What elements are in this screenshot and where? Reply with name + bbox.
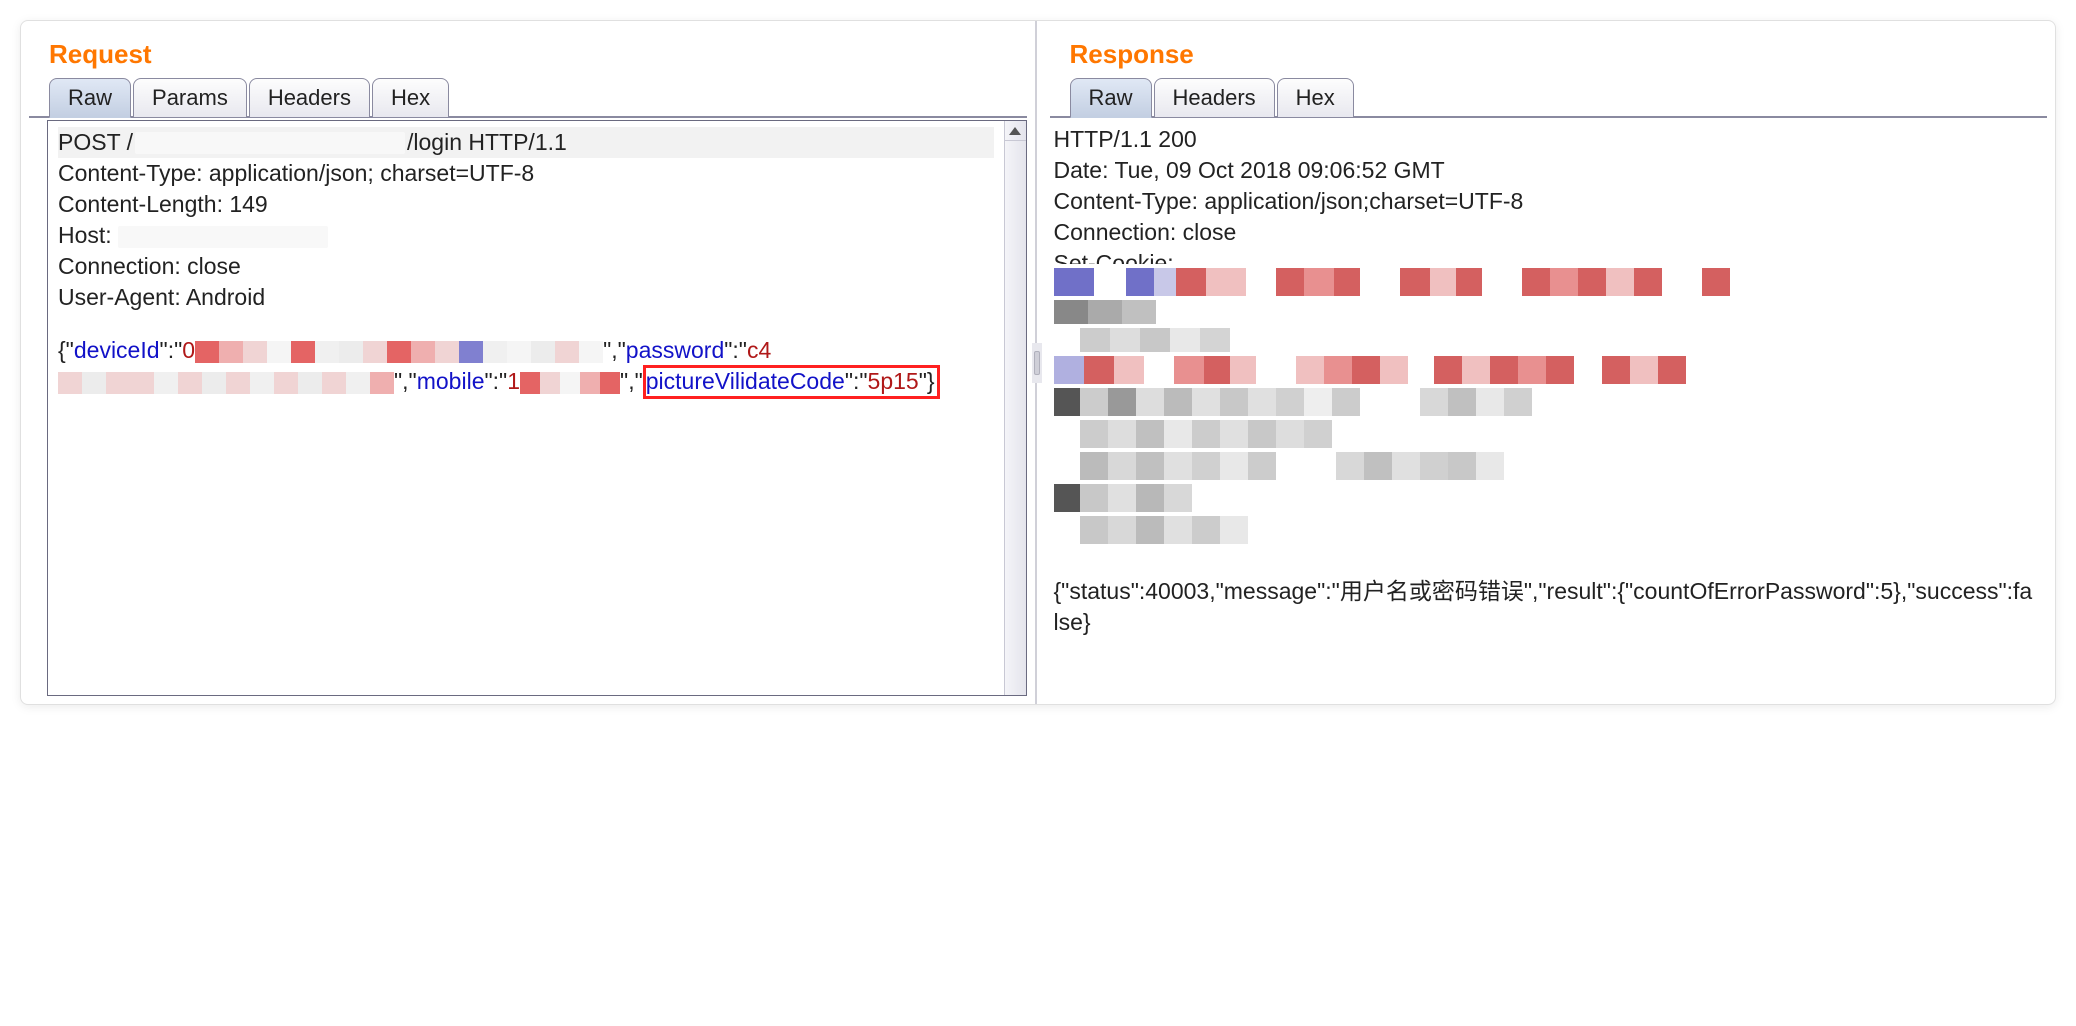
censored-host — [118, 226, 328, 248]
highlighted-param: pictureVilidateCode":"5p15"} — [643, 365, 940, 399]
response-header-line: Date: Tue, 09 Oct 2018 09:06:52 GMT — [1054, 155, 2038, 186]
request-body: {"deviceId":"0","password":"c4","mobile"… — [58, 335, 994, 397]
http-message-editor: Request Raw Params Headers Hex POST / /l… — [20, 20, 2056, 705]
request-method-path-post: /login HTTP/1.1 — [407, 127, 567, 158]
request-line: POST / /login HTTP/1.1 — [58, 127, 994, 158]
response-header-line: Connection: close — [1054, 217, 2038, 248]
key-password: password — [626, 337, 724, 363]
response-raw-content[interactable]: HTTP/1.1 200 Date: Tue, 09 Oct 2018 09:0… — [1050, 118, 2048, 696]
blank-line — [1054, 548, 2038, 576]
tab-raw-resp[interactable]: Raw — [1070, 78, 1152, 118]
key-picturevilidatecode: pictureVilidateCode — [646, 368, 845, 394]
val-deviceid-prefix: 0 — [182, 337, 195, 363]
censored-path — [135, 132, 405, 154]
request-header-line: Connection: close — [58, 251, 994, 282]
response-header: Response — [1042, 21, 2056, 78]
tab-headers[interactable]: Headers — [249, 78, 370, 118]
censored-line — [1054, 328, 2038, 352]
punc: ":" — [724, 337, 747, 363]
censored-line — [1054, 356, 2038, 384]
tab-params[interactable]: Params — [133, 78, 247, 118]
panel-divider[interactable] — [1032, 343, 1042, 383]
censored-line — [1054, 300, 2038, 324]
request-raw-content[interactable]: POST / /login HTTP/1.1 Content-Type: app… — [48, 121, 1004, 695]
punc: "," — [620, 368, 643, 394]
tab-raw[interactable]: Raw — [49, 78, 131, 118]
host-label: Host: — [58, 222, 118, 248]
body-close: "} — [919, 368, 935, 394]
request-method-path-pre: POST / — [58, 127, 133, 158]
censored-line — [1054, 420, 2038, 448]
punc: ":" — [485, 368, 508, 394]
tab-hex[interactable]: Hex — [372, 78, 449, 118]
response-tabs: Raw Headers Hex — [1042, 78, 2056, 118]
key-deviceid: deviceId — [74, 337, 160, 363]
punc: "," — [394, 368, 417, 394]
censored-line — [1054, 268, 2038, 296]
blank-line — [58, 313, 994, 335]
censored-password — [58, 372, 394, 394]
censored-mobile — [520, 372, 620, 394]
response-panel: Response Raw Headers Hex HTTP/1.1 200 Da… — [1042, 21, 2056, 704]
censored-deviceid — [195, 341, 603, 363]
request-header-line: Host: — [58, 220, 994, 251]
request-scrollbar[interactable] — [1004, 121, 1026, 695]
request-content-box: POST / /login HTTP/1.1 Content-Type: app… — [47, 120, 1027, 696]
censored-line — [1054, 452, 2038, 480]
grip-icon — [1034, 351, 1040, 375]
request-header: Request — [21, 21, 1035, 78]
punc: ":" — [160, 337, 183, 363]
punc: "," — [603, 337, 626, 363]
val-picturevilidatecode: 5p15 — [868, 368, 919, 394]
censored-line — [1054, 388, 2038, 416]
body-open: {" — [58, 337, 74, 363]
tab-hex-resp[interactable]: Hex — [1277, 78, 1354, 118]
request-tabs: Raw Params Headers Hex — [21, 78, 1035, 118]
set-cookie-label: Set-Cookie: — [1054, 250, 1174, 264]
request-title: Request — [49, 39, 152, 69]
request-content-wrap: POST / /login HTTP/1.1 Content-Type: app… — [29, 116, 1027, 696]
scroll-up-icon[interactable] — [1005, 121, 1026, 141]
tab-headers-resp[interactable]: Headers — [1154, 78, 1275, 118]
punc: ":" — [845, 368, 868, 394]
response-title: Response — [1070, 39, 1194, 69]
request-header-line: Content-Type: application/json; charset=… — [58, 158, 994, 189]
response-header-line: Content-Type: application/json;charset=U… — [1054, 186, 2038, 217]
response-content-wrap: HTTP/1.1 200 Date: Tue, 09 Oct 2018 09:0… — [1050, 116, 2048, 696]
val-password-prefix: c4 — [747, 337, 771, 363]
censored-line — [1054, 516, 2038, 544]
censored-line — [1054, 484, 2038, 512]
response-header-line: Set-Cookie: — [1054, 248, 2038, 264]
val-mobile-prefix: 1 — [507, 368, 520, 394]
request-header-line: Content-Length: 149 — [58, 189, 994, 220]
key-mobile: mobile — [417, 368, 485, 394]
request-panel: Request Raw Params Headers Hex POST / /l… — [21, 21, 1037, 704]
response-header-line: HTTP/1.1 200 — [1054, 124, 2038, 155]
request-header-line: User-Agent: Android — [58, 282, 994, 313]
response-body: {"status":40003,"message":"用户名或密码错误","re… — [1054, 576, 2038, 638]
